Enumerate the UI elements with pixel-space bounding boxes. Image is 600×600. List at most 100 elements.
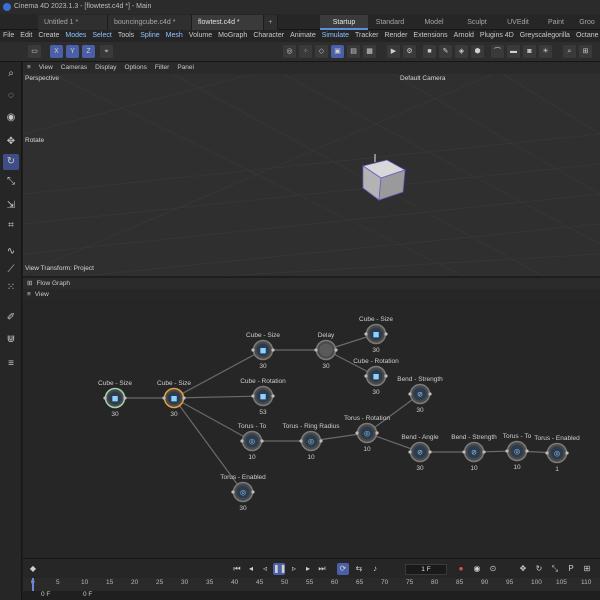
key-selection-icon[interactable]: ⊙ xyxy=(487,563,499,575)
snap-icon[interactable]: ◎ xyxy=(283,45,296,58)
position-key-icon[interactable]: ✥ xyxy=(517,563,529,575)
node-port[interactable] xyxy=(565,451,569,455)
coordinate-system-icon[interactable]: ⌖ xyxy=(100,45,113,58)
scale-key-icon[interactable]: ⤡ xyxy=(549,563,561,575)
menu-spline[interactable]: Spline xyxy=(137,30,162,42)
tab-flowtest[interactable]: flowtest.c4d * xyxy=(192,15,264,30)
render-view-icon[interactable]: ▶ xyxy=(387,45,400,58)
menu-mesh[interactable]: Mesh xyxy=(163,30,186,42)
param-key-icon[interactable]: P xyxy=(565,563,577,575)
menu-file[interactable]: File xyxy=(0,30,17,42)
end-frame-field[interactable]: 0 F xyxy=(83,591,92,598)
node-port[interactable] xyxy=(231,490,235,494)
cube-object[interactable] xyxy=(362,154,406,201)
pause-button[interactable]: ❚❚ xyxy=(273,563,286,575)
transform-icon[interactable]: ⇲ xyxy=(3,198,19,214)
node-connection[interactable] xyxy=(173,349,264,399)
node-port[interactable] xyxy=(525,449,529,453)
layout-tab-groom[interactable]: Groo xyxy=(574,15,600,30)
node-port[interactable] xyxy=(271,394,275,398)
axis-y-toggle[interactable]: Y xyxy=(66,45,79,58)
node-port[interactable] xyxy=(251,348,255,352)
node-port[interactable] xyxy=(271,348,275,352)
playhead[interactable] xyxy=(32,578,34,591)
spline-tool-icon[interactable]: ∿ xyxy=(3,244,19,260)
flow-node[interactable]: ◎ Torus - Rotation 10 xyxy=(344,415,390,453)
flow-graph-menu-view[interactable]: View xyxy=(35,291,49,298)
spline-pen-icon[interactable]: ✎ xyxy=(439,45,452,58)
tab-untitled[interactable]: Untitled 1 * xyxy=(38,15,108,30)
search-icon[interactable]: ⌕ xyxy=(563,45,576,58)
panel-menu-icon[interactable]: ⊞ xyxy=(23,280,36,287)
flow-node[interactable]: ■ Cube - Size 30 xyxy=(98,380,132,418)
deformer-icon[interactable]: ⌒ xyxy=(491,45,504,58)
flow-node[interactable]: ■ Cube - Size 30 xyxy=(359,316,393,354)
preview-range-icon[interactable]: ⇆ xyxy=(353,563,365,575)
points-mode-icon[interactable]: ⁘ xyxy=(299,45,312,58)
record-icon[interactable]: ● xyxy=(455,563,467,575)
node-port[interactable] xyxy=(375,431,379,435)
node-port[interactable] xyxy=(384,374,388,378)
go-to-start-icon[interactable]: ⏮ xyxy=(231,563,243,575)
go-to-end-icon[interactable]: ⏭ xyxy=(316,563,328,575)
cloner-icon[interactable]: ⬢ xyxy=(471,45,484,58)
flow-node[interactable]: ◎ Torus - Enabled 30 xyxy=(220,474,266,512)
paint-icon[interactable]: ≡ xyxy=(3,356,19,372)
layout-tab-paint[interactable]: Paint xyxy=(538,15,574,30)
node-port[interactable] xyxy=(103,396,107,400)
object-mode-icon[interactable]: ▣ xyxy=(331,45,344,58)
flow-node[interactable]: ⊘ Bend - Angle 30 xyxy=(401,434,439,472)
menu-volume[interactable]: Volume xyxy=(186,30,215,42)
menu-edit[interactable]: Edit xyxy=(17,30,35,42)
flow-node[interactable]: Delay 30 xyxy=(314,332,338,370)
flow-node[interactable]: ◎ Torus - To 10 xyxy=(238,423,267,461)
viewport-menu-panel[interactable]: Panel xyxy=(173,62,198,74)
start-frame-field[interactable]: 0 F xyxy=(41,591,50,598)
viewport-menu-icon[interactable]: ≡ xyxy=(23,62,35,74)
menu-animate[interactable]: Animate xyxy=(287,30,319,42)
menu-extensions[interactable]: Extensions xyxy=(410,30,450,42)
flow-node[interactable]: ◎ Torus - Enabled 1 xyxy=(534,435,580,473)
menu-tools[interactable]: Tools xyxy=(115,30,137,42)
flow-node[interactable]: ⊘ Bend - Strength 30 xyxy=(397,376,443,414)
node-port[interactable] xyxy=(408,450,412,454)
brush-icon[interactable]: ✐ xyxy=(3,310,19,326)
selection-filter-icon[interactable]: ◉ xyxy=(3,110,19,126)
node-port[interactable] xyxy=(428,450,432,454)
axis-z-toggle[interactable]: Z xyxy=(82,45,95,58)
rotation-key-icon[interactable]: ↻ xyxy=(533,563,545,575)
scale-icon[interactable]: ⤡ xyxy=(3,174,19,190)
viewport-menu-options[interactable]: Options xyxy=(120,62,150,74)
subdivision-icon[interactable]: ◈ xyxy=(455,45,468,58)
next-key-icon[interactable]: ▸ xyxy=(302,563,314,575)
node-port[interactable] xyxy=(251,394,255,398)
perspective-viewport[interactable]: Perspective Default Camera Rotate View T… xyxy=(23,74,600,276)
flow-node[interactable]: ■ Cube - Rotation 30 xyxy=(353,358,399,396)
tab-bouncingcube[interactable]: bouncingcube.c4d * xyxy=(108,15,192,30)
flow-node[interactable]: ◎ Torus - Ring Radius 10 xyxy=(282,423,340,461)
node-port[interactable] xyxy=(299,439,303,443)
menu-simulate[interactable]: Simulate xyxy=(319,30,352,42)
live-select-icon[interactable]: ◌ xyxy=(3,88,19,104)
menu-arnold[interactable]: Arnold xyxy=(451,30,477,42)
menu-icon[interactable]: ≡ xyxy=(23,291,35,298)
node-port[interactable] xyxy=(123,396,127,400)
menu-character[interactable]: Character xyxy=(250,30,287,42)
flow-node[interactable]: ■ Cube - Size 30 xyxy=(246,332,280,370)
node-port[interactable] xyxy=(260,439,264,443)
uv-mode-icon[interactable]: ▦ xyxy=(363,45,376,58)
node-port[interactable] xyxy=(334,348,338,352)
polygons-mode-icon[interactable]: ▤ xyxy=(347,45,360,58)
rotate-icon[interactable]: ↻ xyxy=(3,154,19,170)
flow-graph-canvas[interactable]: ■ Cube - Size 30 ■ Cube - Size 30 ■ Cube - Size… xyxy=(23,300,600,558)
render-settings-icon[interactable]: ⚙ xyxy=(403,45,416,58)
cube-primitive-icon[interactable]: ■ xyxy=(423,45,436,58)
axis-x-toggle[interactable]: X xyxy=(50,45,63,58)
layout-tab-startup[interactable]: Startup xyxy=(320,15,368,30)
current-frame-field[interactable]: 1 F xyxy=(405,564,447,575)
magnet-icon[interactable]: ⋓ xyxy=(3,332,19,348)
next-frame-icon[interactable]: ▹ xyxy=(288,563,300,575)
menu-mograph[interactable]: MoGraph xyxy=(215,30,250,42)
node-port[interactable] xyxy=(505,449,509,453)
menu-plugins4d[interactable]: Plugins 4D xyxy=(477,30,517,42)
